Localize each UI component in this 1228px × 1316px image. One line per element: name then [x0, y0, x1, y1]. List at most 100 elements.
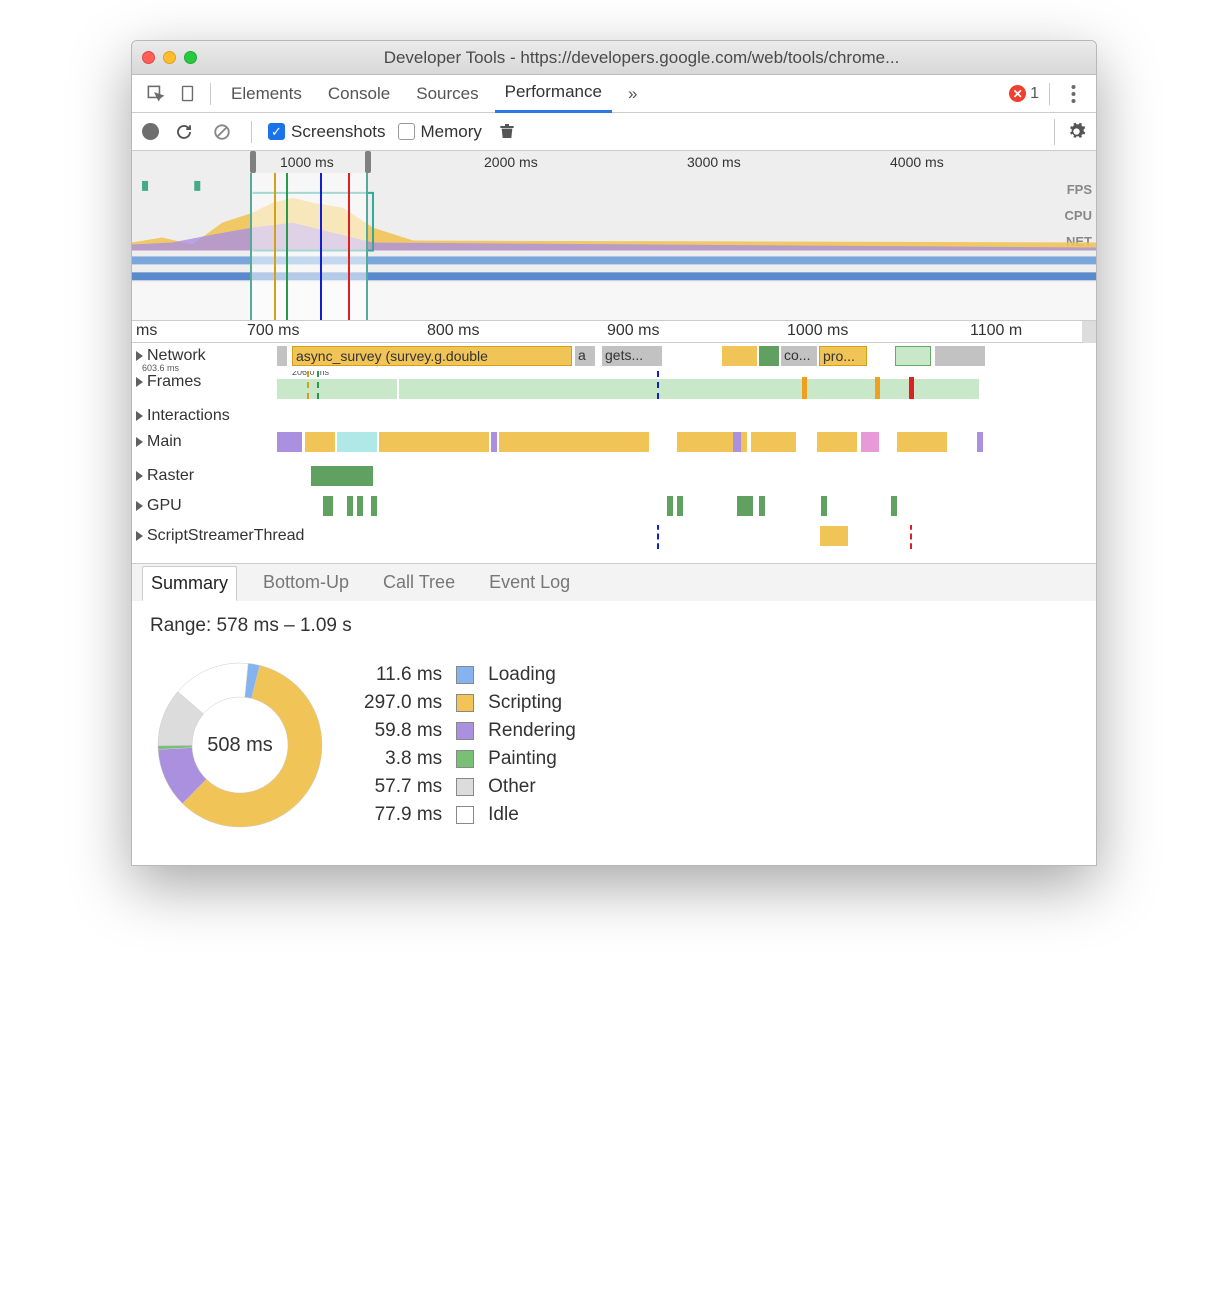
track-scriptstreamer[interactable]: ScriptStreamerThread: [132, 523, 1096, 563]
flame-tracks: Network async_survey (survey.g.double a …: [132, 343, 1096, 563]
expand-icon[interactable]: [136, 531, 143, 541]
selection-handle-right[interactable]: [365, 151, 371, 173]
tab-performance[interactable]: Performance: [495, 74, 612, 113]
device-toolbar-icon[interactable]: [174, 81, 200, 107]
gpu-bar[interactable]: [347, 496, 353, 516]
inspect-element-icon[interactable]: [142, 81, 168, 107]
tab-console[interactable]: Console: [318, 76, 400, 112]
marker: [875, 377, 880, 399]
trash-icon[interactable]: [494, 119, 520, 145]
frame-bar[interactable]: [399, 379, 979, 399]
tab-sources[interactable]: Sources: [406, 76, 488, 112]
tab-bottom-up[interactable]: Bottom-Up: [255, 566, 357, 599]
record-button[interactable]: [142, 123, 159, 140]
kebab-menu-icon[interactable]: [1060, 81, 1086, 107]
track-network[interactable]: Network async_survey (survey.g.double a …: [132, 343, 1096, 369]
main-bar[interactable]: [977, 432, 983, 452]
track-label: ScriptStreamerThread: [147, 527, 304, 545]
gpu-bar[interactable]: [891, 496, 897, 516]
main-bar[interactable]: [751, 432, 796, 452]
main-bar[interactable]: [491, 432, 497, 452]
devtools-tabstrip: Elements Console Sources Performance » ✕…: [132, 75, 1096, 113]
main-bar[interactable]: [499, 432, 649, 452]
track-gpu[interactable]: GPU: [132, 493, 1096, 523]
expand-icon[interactable]: [136, 411, 143, 421]
expand-icon[interactable]: [136, 501, 143, 511]
track-raster[interactable]: Raster: [132, 463, 1096, 493]
error-count[interactable]: ✕ 1: [1009, 85, 1039, 103]
net-bar[interactable]: pro...: [819, 346, 867, 366]
gpu-bar[interactable]: [667, 496, 673, 516]
frame-bar[interactable]: [277, 379, 397, 399]
tab-event-log[interactable]: Event Log: [481, 566, 578, 599]
expand-icon[interactable]: [136, 377, 143, 387]
main-bar[interactable]: [861, 432, 879, 452]
gpu-bar[interactable]: [677, 496, 683, 516]
expand-icon[interactable]: [136, 471, 143, 481]
titlebar: Developer Tools - https://developers.goo…: [132, 41, 1096, 75]
main-bar[interactable]: [897, 432, 947, 452]
marker: [307, 371, 309, 399]
reload-icon[interactable]: [171, 119, 197, 145]
gpu-bar[interactable]: [323, 496, 333, 516]
screenshots-checkbox[interactable]: ✓ Screenshots: [268, 122, 386, 142]
net-bar[interactable]: co...: [781, 346, 817, 366]
maximize-window-button[interactable]: [184, 51, 197, 64]
devtools-window: Developer Tools - https://developers.goo…: [131, 40, 1097, 866]
net-bar[interactable]: [759, 346, 779, 366]
track-main[interactable]: Main: [132, 429, 1096, 463]
minimize-window-button[interactable]: [163, 51, 176, 64]
legend-label: Other: [488, 776, 576, 798]
main-bar[interactable]: [817, 432, 857, 452]
gpu-bar[interactable]: [759, 496, 765, 516]
main-bar[interactable]: [277, 432, 302, 452]
memory-checkbox[interactable]: Memory: [398, 122, 482, 142]
tab-summary[interactable]: Summary: [142, 566, 237, 601]
expand-icon[interactable]: [136, 437, 143, 447]
separator: [210, 83, 211, 105]
net-bar[interactable]: [277, 346, 287, 366]
track-frames[interactable]: Frames 603.6 ms 206.0 ms: [132, 369, 1096, 403]
track-interactions[interactable]: Interactions: [132, 403, 1096, 429]
expand-icon[interactable]: [136, 351, 143, 361]
legend-swatch: [456, 750, 474, 768]
legend-swatch: [456, 722, 474, 740]
ruler-tick: 2000 ms: [484, 154, 538, 170]
gpu-bar[interactable]: [371, 496, 377, 516]
tab-elements[interactable]: Elements: [221, 76, 312, 112]
legend-label: Rendering: [488, 720, 576, 742]
net-bar[interactable]: gets...: [602, 346, 662, 366]
overview-panel[interactable]: 1000 ms 2000 ms 3000 ms 4000 ms FPS CPU …: [132, 151, 1096, 321]
error-count-value: 1: [1030, 85, 1039, 103]
legend-ms: 77.9 ms: [364, 804, 442, 826]
legend-label: Painting: [488, 748, 576, 770]
ruler-unit: ms: [136, 322, 157, 340]
net-bar[interactable]: [722, 346, 757, 366]
main-bar[interactable]: [337, 432, 377, 452]
detail-ruler[interactable]: ms 700 ms 800 ms 900 ms 1000 ms 1100 m: [132, 321, 1096, 343]
net-bar[interactable]: a: [575, 346, 595, 366]
ruler-tick: 4000 ms: [890, 154, 944, 170]
frame-time: 603.6 ms: [142, 363, 179, 373]
clear-icon[interactable]: [209, 119, 235, 145]
close-window-button[interactable]: [142, 51, 155, 64]
selection-handle-left[interactable]: [250, 151, 256, 173]
settings-gear-icon[interactable]: [1054, 119, 1086, 145]
check-icon: ✓: [268, 123, 285, 140]
net-bar[interactable]: [935, 346, 985, 366]
ss-bar[interactable]: [820, 526, 848, 546]
gpu-bar[interactable]: [357, 496, 363, 516]
gpu-bar[interactable]: [821, 496, 827, 516]
net-bar[interactable]: [895, 346, 931, 366]
tab-call-tree[interactable]: Call Tree: [375, 566, 463, 599]
main-bar[interactable]: [305, 432, 335, 452]
marker: [910, 525, 912, 549]
raster-bar[interactable]: [311, 466, 373, 486]
main-bar[interactable]: [379, 432, 489, 452]
tabs-overflow[interactable]: »: [618, 76, 647, 112]
marker: [657, 371, 659, 399]
main-bar[interactable]: [733, 432, 741, 452]
gpu-bar[interactable]: [737, 496, 753, 516]
scrollbar[interactable]: [1082, 321, 1096, 343]
net-bar-async[interactable]: async_survey (survey.g.double: [292, 346, 572, 366]
